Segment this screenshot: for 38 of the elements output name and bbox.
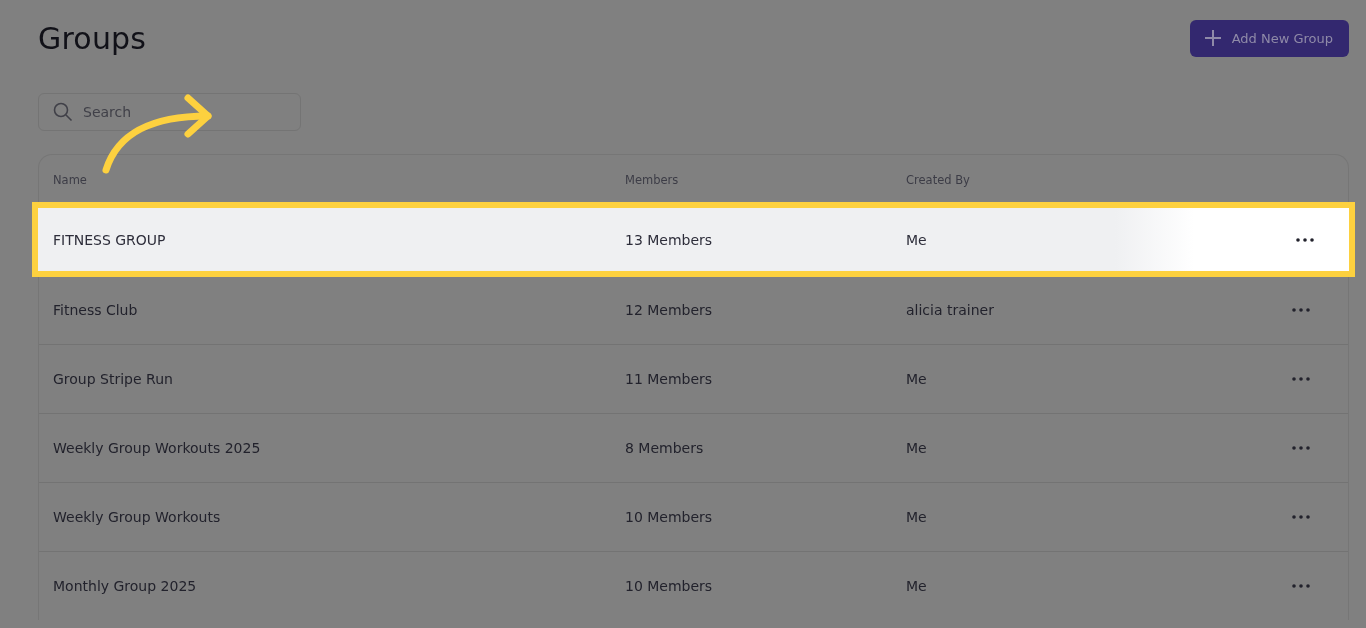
member-count: 10 Members — [625, 578, 714, 594]
creator-name: Me — [906, 509, 928, 525]
dots-icon — [1296, 238, 1314, 242]
table-row[interactable]: Fitness Club 12 Members alicia trainer — [39, 275, 1348, 344]
creator-name: Me — [906, 232, 928, 248]
table-row[interactable]: Weekly Group Workouts 2025 8 Members Me — [39, 413, 1348, 482]
member-count: 8 Members — [625, 440, 705, 456]
group-name: Group Stripe Run — [53, 371, 174, 387]
dots-icon — [1292, 446, 1310, 450]
column-header: Name — [53, 173, 88, 187]
creator-name: alicia trainer — [906, 302, 995, 318]
table-row[interactable]: FITNESS GROUP 13 Members Me — [35, 205, 1352, 274]
dots-icon — [1292, 584, 1310, 588]
column-header: Members — [625, 173, 680, 187]
creator-name: Me — [906, 440, 928, 456]
group-name: Monthly Group 2025 — [53, 578, 198, 594]
dots-icon — [1292, 515, 1310, 519]
creator-name: Me — [906, 371, 928, 387]
member-count: 13 Members — [625, 232, 714, 248]
search-field[interactable]: Search — [38, 93, 301, 131]
search-icon — [53, 102, 73, 122]
member-count: 12 Members — [625, 302, 714, 318]
group-name: Fitness Club — [53, 302, 139, 318]
table-row[interactable]: Monthly Group 2025 10 Members Me — [39, 551, 1348, 620]
plus-icon — [1203, 29, 1222, 47]
column-header: Created By — [906, 173, 971, 187]
group-name: Weekly Group Workouts 2025 — [53, 440, 262, 456]
page-title: Groups — [38, 20, 147, 56]
group-name: FITNESS GROUP — [53, 232, 167, 248]
creator-name: Me — [906, 578, 928, 594]
table-row[interactable]: Weekly Group Workouts 10 Members Me — [39, 482, 1348, 551]
dots-icon — [1292, 308, 1310, 312]
table-row[interactable]: Group Stripe Run 11 Members Me — [39, 344, 1348, 413]
add-new-group-button[interactable]: Add New Group — [1189, 19, 1349, 57]
member-count: 10 Members — [625, 509, 714, 525]
dots-icon — [1292, 377, 1310, 381]
member-count: 11 Members — [625, 371, 714, 387]
group-name: Weekly Group Workouts — [53, 509, 222, 525]
